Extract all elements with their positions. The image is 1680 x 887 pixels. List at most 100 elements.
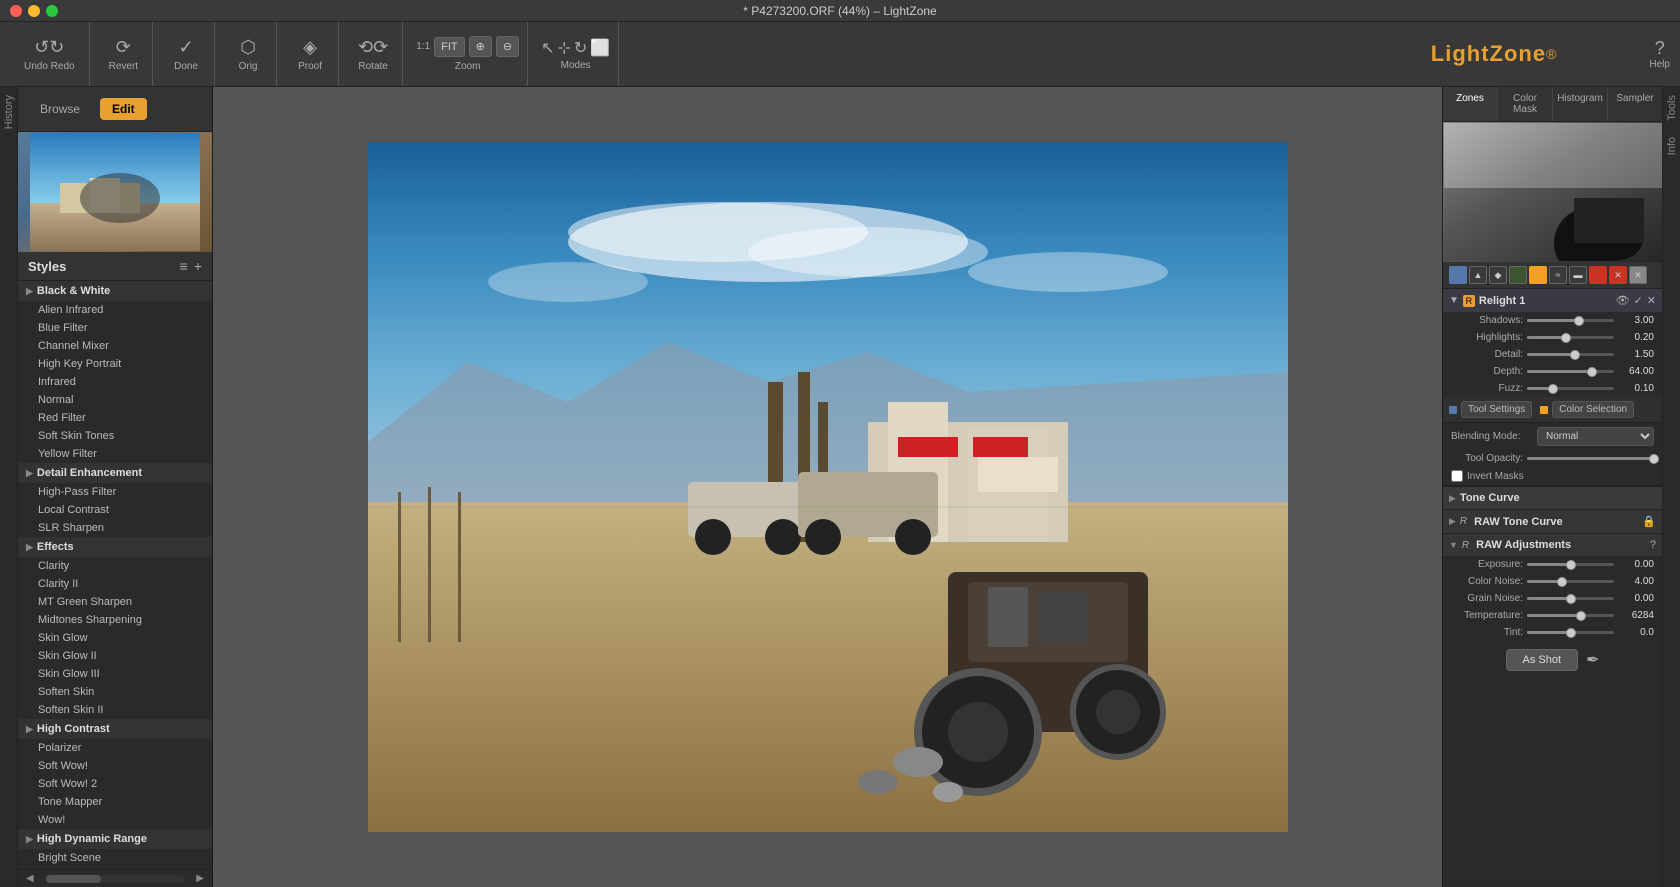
arrow-tool-icon[interactable]: ↖ xyxy=(541,38,554,58)
zoom-fit-button[interactable]: FIT xyxy=(434,37,465,57)
style-item-soften-skin[interactable]: Soften Skin xyxy=(18,683,212,701)
tool-icon-7[interactable] xyxy=(1589,266,1607,284)
revert-button[interactable]: ⟳ Revert xyxy=(103,33,144,76)
done-button[interactable]: ✓ Done xyxy=(166,33,206,76)
tab-color-mask[interactable]: Color Mask xyxy=(1498,87,1553,121)
style-item-soft-wow[interactable]: Soft Wow! xyxy=(18,757,212,775)
style-group-bw-header[interactable]: ▶ Black & White xyxy=(18,281,212,301)
highlights-thumb[interactable] xyxy=(1561,333,1571,343)
tools-vertical-label[interactable]: Tools xyxy=(1664,87,1680,129)
scroll-right-icon[interactable]: ▶ xyxy=(188,873,212,884)
styles-list-icon[interactable]: ≡ xyxy=(180,258,188,274)
style-item-wow[interactable]: Wow! xyxy=(18,811,212,829)
styles-add-icon[interactable]: + xyxy=(194,258,202,274)
style-item-infrared[interactable]: Infrared xyxy=(18,373,212,391)
tab-zones[interactable]: Zones xyxy=(1443,87,1498,121)
maximize-button[interactable] xyxy=(46,5,58,17)
info-vertical-label[interactable]: Info xyxy=(1664,129,1680,163)
detail-slider[interactable] xyxy=(1527,353,1614,356)
style-group-hdr-header[interactable]: ▶ High Dynamic Range xyxy=(18,829,212,849)
undo-redo-button[interactable]: ↺↻ Undo Redo xyxy=(18,33,81,76)
style-item-high-key-portrait[interactable]: High Key Portrait xyxy=(18,355,212,373)
tool-icon-5[interactable]: ≈ xyxy=(1549,266,1567,284)
style-item-skin-glow-ii[interactable]: Skin Glow II xyxy=(18,647,212,665)
shadows-slider[interactable] xyxy=(1527,319,1614,322)
tool-icon-1[interactable]: ▲ xyxy=(1469,266,1487,284)
proof-button[interactable]: ◈ Proof xyxy=(290,33,330,76)
temperature-slider[interactable] xyxy=(1527,614,1614,617)
detail-thumb[interactable] xyxy=(1570,350,1580,360)
depth-slider[interactable] xyxy=(1527,370,1614,373)
style-item-tone-mapper[interactable]: Tone Mapper xyxy=(18,793,212,811)
style-group-high-contrast-header[interactable]: ▶ High Contrast xyxy=(18,719,212,739)
relight-collapse-icon[interactable]: ▼ xyxy=(1449,295,1459,306)
region-tool-icon[interactable]: ⬜ xyxy=(590,38,610,58)
raw-tone-curve-section[interactable]: ▶ R RAW Tone Curve 🔒 xyxy=(1443,509,1662,533)
tool-settings-button[interactable]: Tool Settings xyxy=(1461,401,1532,418)
style-item-mt-green[interactable]: MT Green Sharpen xyxy=(18,593,212,611)
tone-curve-section[interactable]: ▶ Tone Curve xyxy=(1443,486,1662,509)
tool-icon-3[interactable] xyxy=(1509,266,1527,284)
scroll-bar[interactable] xyxy=(46,875,185,883)
tab-browse[interactable]: Browse xyxy=(28,98,92,120)
zoom-in-button[interactable]: ⊕ xyxy=(469,36,492,57)
zoom-out-button[interactable]: ⊖ xyxy=(496,36,519,57)
tool-icon-9[interactable]: ✕ xyxy=(1629,266,1647,284)
tint-thumb[interactable] xyxy=(1566,628,1576,638)
exposure-slider[interactable] xyxy=(1527,563,1614,566)
fuzz-slider[interactable] xyxy=(1527,387,1614,390)
style-item-soft-skin-tones[interactable]: Soft Skin Tones xyxy=(18,427,212,445)
help-button[interactable]: ? Help xyxy=(1649,38,1670,70)
eyedropper-icon[interactable]: ✒ xyxy=(1586,650,1599,670)
opacity-thumb[interactable] xyxy=(1649,454,1659,464)
fuzz-thumb[interactable] xyxy=(1548,384,1558,394)
color-noise-slider[interactable] xyxy=(1527,580,1614,583)
tool-opacity-slider[interactable] xyxy=(1527,457,1654,460)
style-item-channel-mixer[interactable]: Channel Mixer xyxy=(18,337,212,355)
raw-adjustments-header[interactable]: ▼ R RAW Adjustments ? xyxy=(1443,533,1662,556)
relight-eye-icon[interactable]: 👁 xyxy=(1616,294,1630,307)
tool-icon-2[interactable]: ◆ xyxy=(1489,266,1507,284)
as-shot-button[interactable]: As Shot xyxy=(1506,649,1579,671)
depth-thumb[interactable] xyxy=(1587,367,1597,377)
style-item-alien-infrared[interactable]: Alien Infrared xyxy=(18,301,212,319)
style-item-slr-sharpen[interactable]: SLR Sharpen xyxy=(18,519,212,537)
style-item-local-contrast[interactable]: Local Contrast xyxy=(18,501,212,519)
rotate-button[interactable]: ⟲⟳ Rotate xyxy=(352,33,394,76)
style-item-bright-scene[interactable]: Bright Scene xyxy=(18,849,212,867)
style-item-skin-glow[interactable]: Skin Glow xyxy=(18,629,212,647)
style-item-normal[interactable]: Normal xyxy=(18,391,212,409)
style-item-clarity-ii[interactable]: Clarity II xyxy=(18,575,212,593)
grain-noise-thumb[interactable] xyxy=(1566,594,1576,604)
highlights-slider[interactable] xyxy=(1527,336,1614,339)
tool-icon-4[interactable] xyxy=(1529,266,1547,284)
style-item-skin-glow-iii[interactable]: Skin Glow III xyxy=(18,665,212,683)
relight-check-icon[interactable]: ✓ xyxy=(1634,294,1643,307)
tab-edit[interactable]: Edit xyxy=(100,98,147,120)
raw-adj-help-icon[interactable]: ? xyxy=(1650,539,1656,551)
style-item-soften-skin-ii[interactable]: Soften Skin II xyxy=(18,701,212,719)
style-item-yellow-filter[interactable]: Yellow Filter xyxy=(18,445,212,463)
style-item-highpass[interactable]: High-Pass Filter xyxy=(18,483,212,501)
style-item-soft-wow-2[interactable]: Soft Wow! 2 xyxy=(18,775,212,793)
tab-histogram[interactable]: Histogram xyxy=(1553,87,1608,121)
crop-tool-icon[interactable]: ⊹ xyxy=(557,38,570,58)
color-noise-thumb[interactable] xyxy=(1557,577,1567,587)
style-group-detail-header[interactable]: ▶ Detail Enhancement xyxy=(18,463,212,483)
style-item-blue-filter[interactable]: Blue Filter xyxy=(18,319,212,337)
relight-close-icon[interactable]: ✕ xyxy=(1647,294,1656,307)
tool-icon-8[interactable]: ✕ xyxy=(1609,266,1627,284)
blending-mode-select[interactable]: Normal Multiply Screen Overlay xyxy=(1537,427,1654,446)
style-item-polarizer[interactable]: Polarizer xyxy=(18,739,212,757)
style-item-clarity[interactable]: Clarity xyxy=(18,557,212,575)
shadows-thumb[interactable] xyxy=(1574,316,1584,326)
style-item-red-filter[interactable]: Red Filter xyxy=(18,409,212,427)
color-icon-blue[interactable] xyxy=(1449,266,1467,284)
invert-masks-checkbox[interactable] xyxy=(1451,470,1463,482)
temperature-thumb[interactable] xyxy=(1576,611,1586,621)
color-selection-button[interactable]: Color Selection xyxy=(1552,401,1634,418)
tint-slider[interactable] xyxy=(1527,631,1614,634)
exposure-thumb[interactable] xyxy=(1566,560,1576,570)
close-button[interactable] xyxy=(10,5,22,17)
tab-sampler[interactable]: Sampler xyxy=(1608,87,1662,121)
